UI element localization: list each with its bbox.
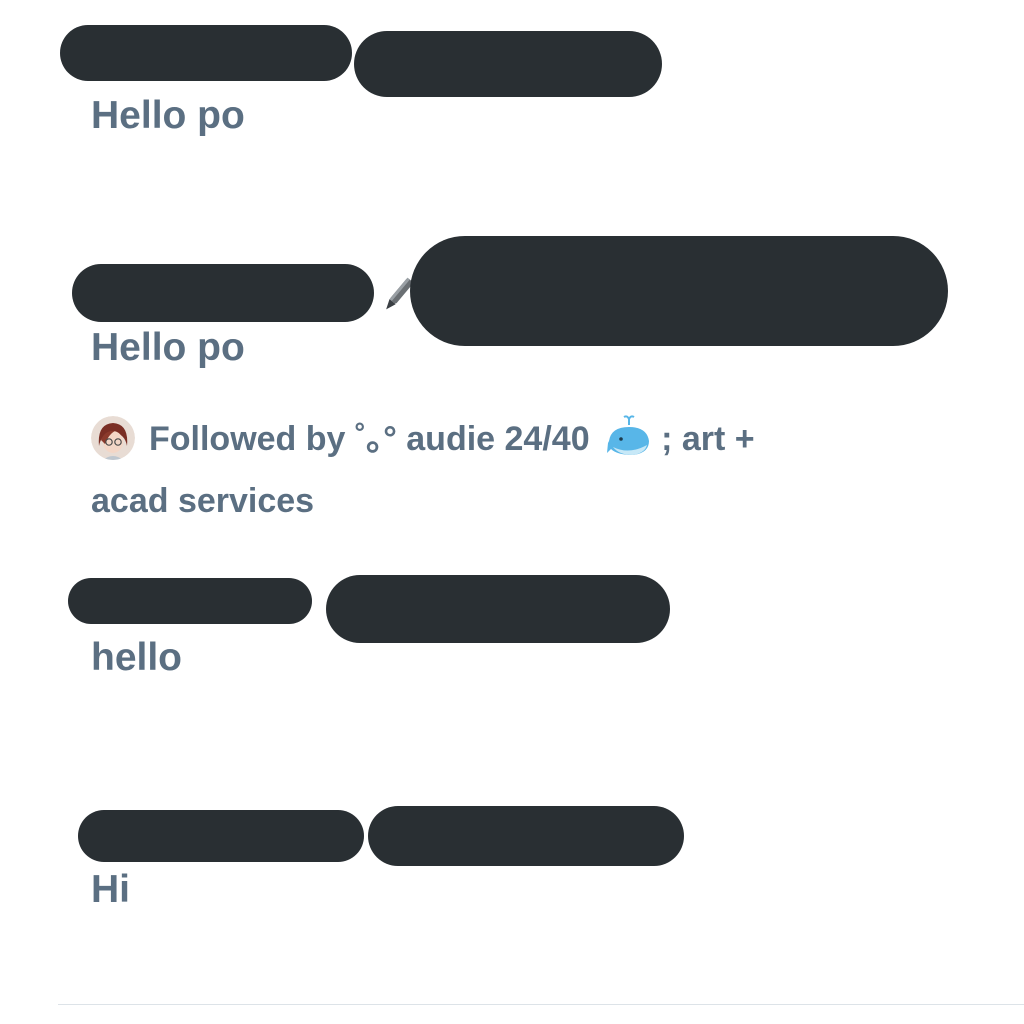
message-preview-3[interactable]: hello	[91, 638, 182, 677]
followed-by-line: Followed by ˚｡° audie 24/40 ; art + acad…	[91, 408, 951, 532]
redacted-name-4	[78, 810, 364, 862]
follower-bio: ; art +	[661, 420, 755, 458]
redacted-name-1	[60, 25, 352, 81]
redacted-name-3	[68, 578, 312, 624]
followed-by-prefix: Followed by	[149, 420, 346, 458]
follower-bio-continued: acad services	[91, 482, 315, 520]
list-divider	[58, 1004, 1024, 1005]
redacted-name-2	[72, 264, 374, 322]
spouting-whale-icon	[607, 415, 650, 456]
message-preview-2[interactable]: Hello po	[91, 328, 245, 367]
message-preview-4[interactable]: Hi	[91, 870, 130, 909]
conversation-list: Hello po Hello po Followed by ˚｡° audie …	[0, 0, 1024, 1024]
user-avatar-icon	[91, 416, 135, 461]
redacted-handle-2	[410, 236, 948, 346]
redacted-handle-1	[354, 31, 662, 97]
redacted-handle-3	[326, 575, 670, 643]
follower-name[interactable]: ˚｡° audie 24/40	[355, 420, 590, 458]
redacted-handle-4	[368, 806, 684, 866]
message-preview-1[interactable]: Hello po	[91, 96, 245, 135]
